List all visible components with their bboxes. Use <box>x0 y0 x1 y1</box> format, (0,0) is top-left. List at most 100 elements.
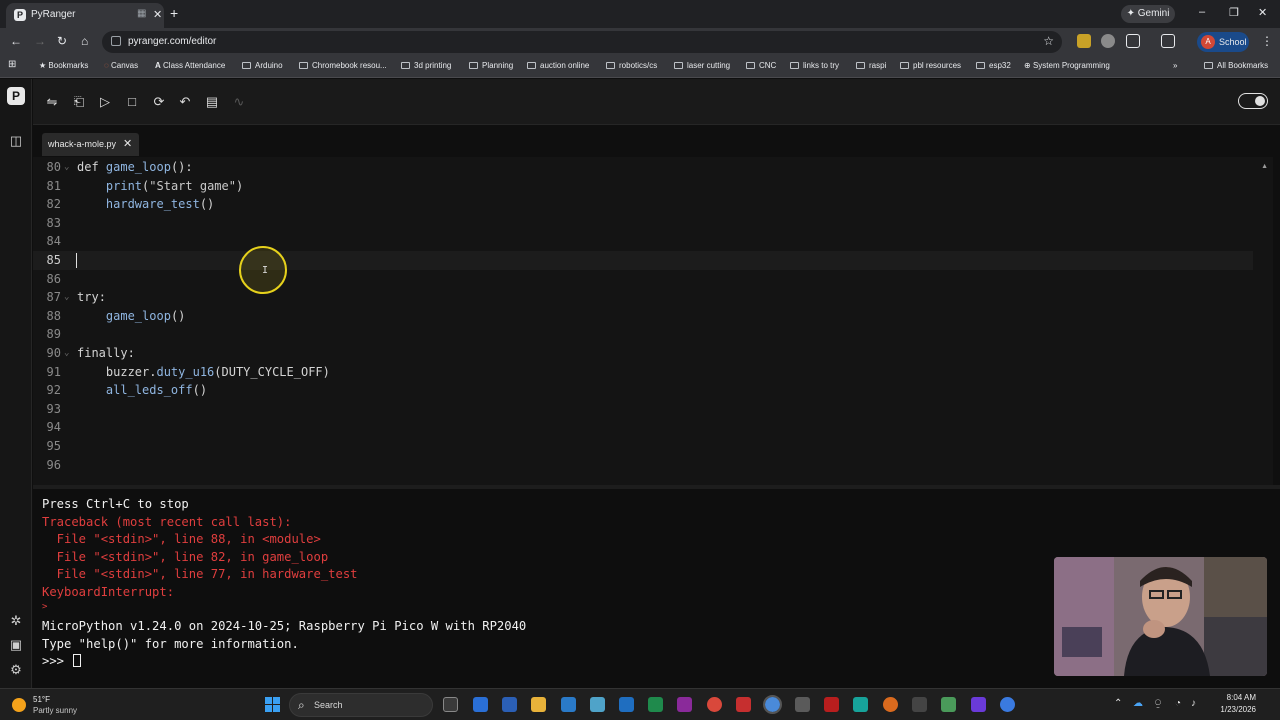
back-arrow-icon[interactable]: ← <box>10 34 22 48</box>
bookmark-item[interactable]: Planning <box>469 61 513 70</box>
bookmarks-overflow-icon[interactable]: » <box>1173 61 1177 70</box>
arduino-icon[interactable] <box>853 697 868 712</box>
settings-gear-icon[interactable]: ⚙ <box>8 662 24 678</box>
tray-chevron-icon[interactable]: ⌃ <box>1114 698 1122 709</box>
gemini-button[interactable]: ✦ Gemini <box>1121 5 1175 23</box>
bookmark-item[interactable]: pbl resources <box>900 61 961 70</box>
code-line[interactable]: 85 <box>33 251 1253 270</box>
code-line[interactable]: 92 all_leds_off() <box>33 381 1253 400</box>
excel-icon[interactable] <box>648 697 663 712</box>
code-line[interactable]: 82 hardware_test() <box>33 195 1253 214</box>
bookmark-item[interactable]: ◌ Canvas <box>104 61 138 70</box>
file-explorer-icon[interactable]: ◫ <box>8 133 24 149</box>
taskbar-search[interactable]: ⌕ Search <box>289 693 433 717</box>
vscode-icon[interactable] <box>561 697 576 712</box>
code-line[interactable]: 88 game_loop() <box>33 307 1253 326</box>
minimize-button[interactable]: – <box>1199 6 1205 18</box>
fold-chevron-icon[interactable]: ⌄ <box>64 158 69 177</box>
repl-prompt[interactable]: >>> <box>42 654 82 668</box>
url-text[interactable]: pyranger.com/editor <box>128 36 216 47</box>
bookmark-item[interactable]: 3d printing <box>401 61 451 70</box>
code-line[interactable]: 80 ⌄ def game_loop(): <box>33 158 1253 177</box>
chrome-icon[interactable] <box>707 697 722 712</box>
slack-icon[interactable] <box>941 697 956 712</box>
terminal-icon[interactable] <box>912 697 927 712</box>
apps-grid-icon[interactable]: ⊞ <box>8 59 16 70</box>
restore-button[interactable]: ❐ <box>1229 6 1239 19</box>
code-line[interactable]: 91 buzzer.duty_u16(DUTY_CYCLE_OFF) <box>33 363 1253 382</box>
code-line[interactable]: 83 <box>33 214 1253 233</box>
pyranger-logo[interactable]: P <box>7 87 25 105</box>
bookmark-item[interactable]: A Class Attendance <box>155 61 225 70</box>
app-icon[interactable] <box>971 697 986 712</box>
app-icon[interactable] <box>473 697 488 712</box>
address-bar[interactable]: pyranger.com/editor ☆ <box>102 31 1062 53</box>
bookmark-item[interactable]: raspi <box>856 61 886 70</box>
tab-close-icon[interactable]: ✕ <box>153 8 162 21</box>
bookmark-item[interactable]: auction online <box>527 61 589 70</box>
windows-start-icon[interactable] <box>265 697 280 712</box>
system-clock[interactable]: 8:04 AM 1/23/2026 <box>1212 692 1256 716</box>
tab-search-icon[interactable] <box>1161 34 1175 48</box>
bookmark-item[interactable]: esp32 <box>976 61 1011 70</box>
code-line[interactable]: 89 <box>33 325 1253 344</box>
profile-button[interactable]: A School <box>1197 32 1249 52</box>
bookmark-item[interactable]: robotics/cs <box>606 61 657 70</box>
stop-icon[interactable]: □ <box>123 93 141 111</box>
code-line[interactable]: 87 ⌄ try: <box>33 288 1253 307</box>
microphone-icon[interactable]: ⍜ <box>1155 698 1161 709</box>
code-line[interactable]: 94 <box>33 418 1253 437</box>
theme-toggle[interactable] <box>1238 93 1268 109</box>
browser-tab-pyranger[interactable]: P PyRanger ▦ ✕ <box>6 3 164 28</box>
tab-media-icon[interactable]: ▦ <box>137 8 146 19</box>
reload-icon[interactable]: ↻ <box>57 34 67 48</box>
close-window-button[interactable]: ✕ <box>1258 6 1267 19</box>
fold-chevron-icon[interactable]: ⌄ <box>64 288 69 307</box>
word-icon[interactable] <box>502 697 517 712</box>
outlook-icon[interactable] <box>619 697 634 712</box>
code-line[interactable]: 95 <box>33 437 1253 456</box>
bookmark-item[interactable]: Chromebook resou... <box>299 61 387 70</box>
bookmark-item[interactable]: ⊕ System Programming <box>1024 61 1110 70</box>
task-view-icon[interactable] <box>443 697 458 712</box>
code-line[interactable]: 86 <box>33 270 1253 289</box>
extension-icon[interactable] <box>1101 34 1115 48</box>
code-line[interactable]: 93 <box>33 400 1253 419</box>
run-play-icon[interactable]: ▷ <box>96 93 114 111</box>
code-editor[interactable]: ▲ ▼ 80⌄def game_loop():81 print("Start g… <box>33 157 1273 556</box>
bookmark-star-icon[interactable]: ☆ <box>1043 34 1054 48</box>
home-icon[interactable]: ⌂ <box>81 34 88 48</box>
onenote-icon[interactable] <box>677 697 692 712</box>
app-icon[interactable] <box>795 697 810 712</box>
chip-icon[interactable]: ▣ <box>8 637 24 653</box>
code-line[interactable]: 96 <box>33 456 1253 475</box>
save-icon[interactable]: ▤ <box>203 93 221 111</box>
forward-arrow-icon[interactable]: → <box>34 34 46 48</box>
app-icon[interactable] <box>736 697 751 712</box>
all-bookmarks-item[interactable]: All Bookmarks <box>1204 61 1268 70</box>
app-icon[interactable] <box>1000 697 1015 712</box>
new-tab-button[interactable]: + <box>170 5 178 21</box>
file-tab[interactable]: whack-a-mole.py ✕ <box>42 133 139 156</box>
bookmark-item[interactable]: laser cutting <box>674 61 730 70</box>
plug-icon[interactable]: ✲ <box>8 613 24 629</box>
undo-icon[interactable]: ↶ <box>176 93 194 111</box>
code-line[interactable]: 90 ⌄ finally: <box>33 344 1253 363</box>
volume-icon[interactable]: ♪ <box>1191 698 1196 709</box>
code-line[interactable]: 84 <box>33 232 1253 251</box>
extension-icon[interactable] <box>1077 34 1091 48</box>
bookmark-item[interactable]: Arduino <box>242 61 283 70</box>
app-icon[interactable] <box>590 697 605 712</box>
bookmark-item[interactable]: CNC <box>746 61 776 70</box>
fold-chevron-icon[interactable]: ⌄ <box>64 344 69 363</box>
acrobat-icon[interactable] <box>824 697 839 712</box>
site-info-icon[interactable] <box>111 36 121 46</box>
usb-connect-icon[interactable]: ⇋ <box>43 93 61 111</box>
onedrive-icon[interactable]: ☁ <box>1133 698 1143 709</box>
disconnect-icon[interactable]: ⎗ <box>70 93 88 111</box>
app-icon[interactable] <box>883 697 898 712</box>
reset-icon[interactable]: ⟳ <box>150 93 168 111</box>
scroll-up-icon[interactable]: ▲ <box>1261 163 1268 170</box>
bookmark-item[interactable]: links to try <box>790 61 839 70</box>
bookmark-item[interactable]: ★ Bookmarks <box>39 61 88 70</box>
